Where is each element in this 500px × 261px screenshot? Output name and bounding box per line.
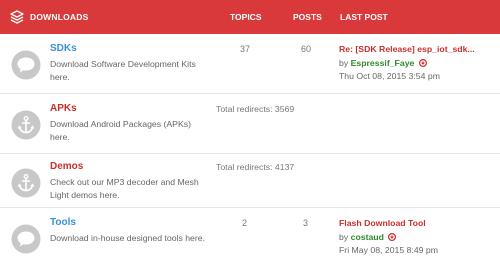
topics-count-tools: 2 xyxy=(242,218,248,228)
anchor-icon xyxy=(11,110,41,140)
last-post-author[interactable]: Espressif_Faye xyxy=(351,58,415,68)
forum-row-sdks: SDKs Download Software Development Kits … xyxy=(0,38,500,94)
column-header-topics: TOPICS xyxy=(230,12,262,22)
column-header-posts: POSTS xyxy=(293,12,322,22)
forum-row-apks: APKs Download Android Packages (APKs) he… xyxy=(0,98,500,154)
column-header-last-post: LAST POST xyxy=(340,12,388,22)
forum-title-apks[interactable]: APKs xyxy=(50,103,77,114)
last-post-title-link[interactable]: Re: [SDK Release] esp_iot_sdk... xyxy=(339,43,499,57)
last-post-title-link[interactable]: Flash Download Tool xyxy=(339,217,499,231)
anchor-icon xyxy=(11,168,41,198)
posts-count-sdks: 60 xyxy=(301,44,312,54)
last-post-date: Fri May 08, 2015 8:49 pm xyxy=(339,245,438,255)
total-redirects-demos: Total redirects: 4137 xyxy=(216,162,295,172)
topics-count-sdks: 37 xyxy=(240,44,251,54)
forum-row-tools: Tools Download in-house designed tools h… xyxy=(0,212,500,261)
goto-post-icon[interactable] xyxy=(388,232,397,241)
posts-count-tools: 3 xyxy=(303,218,309,228)
forum-description-demos: Check out our MP3 decoder and Mesh Light… xyxy=(50,177,199,200)
downloads-forum-list: DOWNLOADS TOPICS POSTS LAST POST SDKs Do… xyxy=(0,0,500,261)
forum-description-tools: Download in-house designed tools here. xyxy=(50,233,206,243)
chat-bubble-icon xyxy=(11,50,41,80)
forum-title-tools[interactable]: Tools xyxy=(50,217,76,228)
forum-row-demos: Demos Check out our MP3 decoder and Mesh… xyxy=(0,156,500,212)
forum-description-apks: Download Android Packages (APKs) here. xyxy=(50,119,192,142)
last-post-author[interactable]: costaud xyxy=(351,232,384,242)
row-divider xyxy=(0,207,500,208)
last-post-tools: Flash Download Tool by costaud Fri May 0… xyxy=(339,217,499,258)
goto-post-icon[interactable] xyxy=(418,58,427,67)
forum-title-demos[interactable]: Demos xyxy=(50,161,83,172)
row-divider xyxy=(0,93,500,94)
category-header: DOWNLOADS TOPICS POSTS LAST POST xyxy=(0,0,500,34)
layers-icon xyxy=(10,10,24,24)
chat-bubble-icon xyxy=(11,224,41,254)
last-post-by-label: by xyxy=(339,57,349,68)
last-post-sdks: Re: [SDK Release] esp_iot_sdk... by Espr… xyxy=(339,43,499,84)
total-redirects-apks: Total redirects: 3569 xyxy=(216,104,295,114)
last-post-date: Thu Oct 08, 2015 3:54 pm xyxy=(339,71,440,81)
category-title[interactable]: DOWNLOADS xyxy=(30,12,88,22)
row-divider xyxy=(0,153,500,154)
forum-description-sdks: Download Software Development Kits here. xyxy=(50,59,196,82)
forum-title-sdks[interactable]: SDKs xyxy=(50,43,77,54)
last-post-by-label: by xyxy=(339,231,349,242)
